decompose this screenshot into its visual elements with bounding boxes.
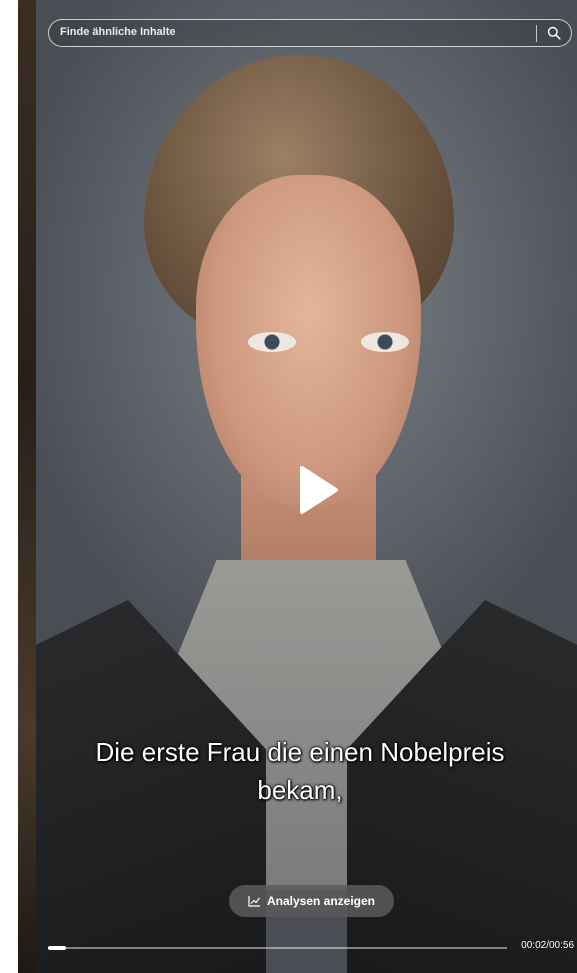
page: Die erste Frau die einen Nobelpreis beka… [0, 0, 577, 973]
video-subtitle: Die erste Frau die einen Nobelpreis beka… [40, 733, 560, 809]
portrait-eye-right [361, 332, 409, 352]
search-bar[interactable] [48, 19, 572, 47]
show-analytics-button[interactable]: Analysen anzeigen [229, 885, 394, 917]
search-input[interactable] [60, 26, 530, 38]
progress-fill [48, 946, 67, 950]
subtitle-line-2: bekam, [257, 775, 343, 805]
progress-bar[interactable] [48, 946, 507, 950]
play-icon [300, 466, 338, 514]
line-chart-icon [248, 896, 260, 907]
adjacent-video-edge [18, 0, 36, 973]
search-button[interactable] [543, 23, 565, 43]
search-icon [547, 26, 561, 40]
subtitle-line-1: Die erste Frau die einen Nobelpreis [95, 737, 505, 767]
play-button[interactable] [290, 462, 346, 518]
show-analytics-label: Analysen anzeigen [266, 894, 376, 908]
portrait-eye-left [248, 332, 296, 352]
time-readout: 00:02/00:56 [521, 940, 574, 951]
search-divider [536, 25, 537, 42]
